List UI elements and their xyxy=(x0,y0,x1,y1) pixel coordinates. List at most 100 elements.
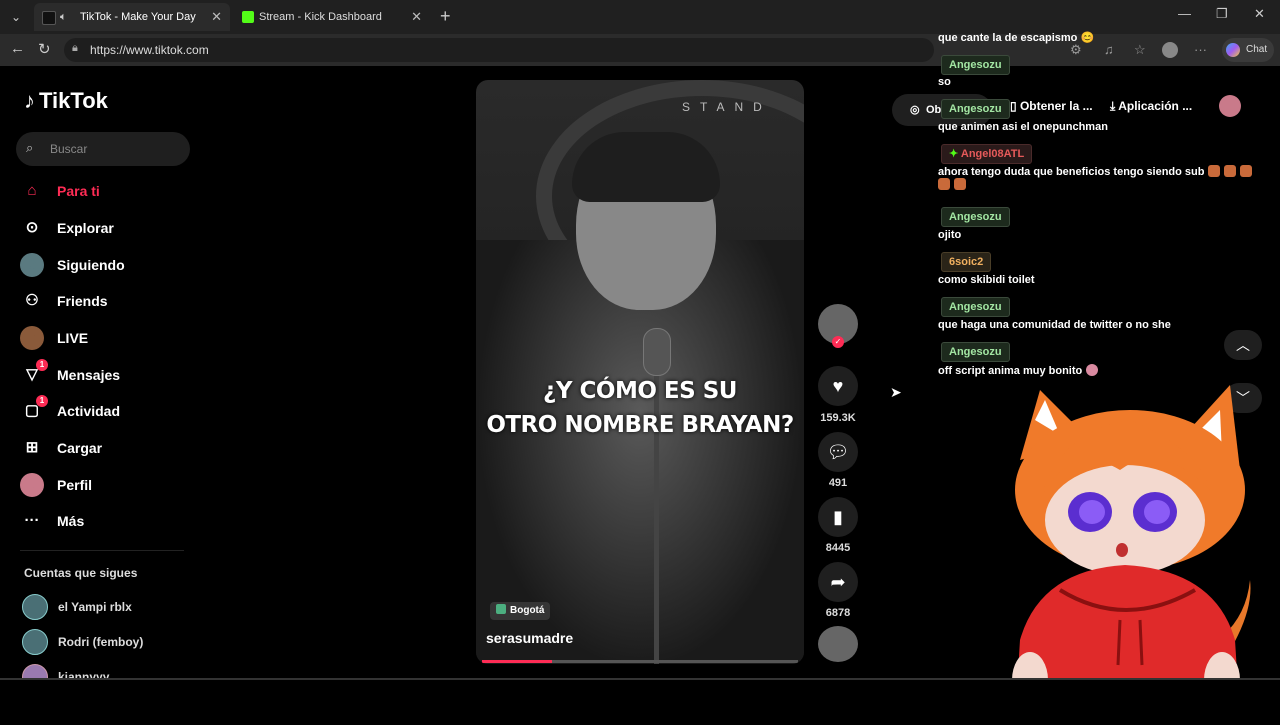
friends-icon: ⚇ xyxy=(25,292,39,309)
following-section-title: Cuentas que sigues xyxy=(24,566,138,580)
chat-message: como skibidi toilet xyxy=(938,274,1035,286)
sidebar-item-label: Más xyxy=(57,513,85,529)
sidebar-item-cargar[interactable]: ⊞ Cargar xyxy=(20,433,200,463)
chat-message: ojito xyxy=(938,229,962,241)
chat-username: Angesozu xyxy=(941,99,1010,119)
close-window-icon[interactable]: ✕ xyxy=(1254,6,1265,22)
location-pin-icon xyxy=(496,604,506,614)
tab-kick[interactable]: Stream - Kick Dashboard ✕ xyxy=(234,3,430,31)
sidebar-item-label: LIVE xyxy=(57,330,89,346)
chat-message: que haga una comunidad de twitter o no s… xyxy=(938,319,1171,331)
divider xyxy=(0,678,1280,680)
sidebar-item-para-ti[interactable]: ⌂ Para ti xyxy=(20,176,200,206)
chat-username: Angesozu xyxy=(941,297,1010,317)
follow-check-icon[interactable]: ✓ xyxy=(832,336,844,348)
tiktok-favicon-icon xyxy=(42,11,56,25)
refresh-icon[interactable]: ↻ xyxy=(38,40,51,58)
copilot-chat-button[interactable]: Chat xyxy=(1222,38,1274,62)
get-app-button[interactable]: ▯ Obtener la ... xyxy=(1010,99,1093,113)
video-player[interactable]: STAND ¿Y CÓMO ES SU OTRO NOMBRE BRAYAN? … xyxy=(476,80,804,664)
minimize-icon[interactable]: — xyxy=(1178,6,1191,21)
sidebar-item-friends[interactable]: ⚇ Friends xyxy=(20,286,200,316)
favorites-icon[interactable]: ☆ xyxy=(1134,42,1146,58)
video-caption: ¿Y CÓMO ES SU OTRO NOMBRE BRAYAN? xyxy=(486,378,794,438)
speaker-icon[interactable]: 🔈︎ xyxy=(60,3,67,31)
close-tab-icon[interactable]: ✕ xyxy=(411,3,422,31)
copilot-icon xyxy=(1226,43,1240,57)
video-progress-bar[interactable] xyxy=(482,660,798,663)
more-options-icon[interactable]: ··· xyxy=(1194,42,1207,57)
creator-avatar[interactable]: ✓ xyxy=(818,304,858,348)
music-disc-avatar[interactable] xyxy=(818,626,858,662)
chat-username: 6soic2 xyxy=(941,252,992,272)
url-text: https://www.tiktok.com xyxy=(90,43,209,57)
extensions-icon[interactable]: ⚙ xyxy=(1070,42,1082,58)
tab-tiktok[interactable]: 🔈︎ TikTok - Make Your Day ✕ xyxy=(34,3,230,31)
emote-icon xyxy=(938,178,950,190)
sidebar-item-perfil[interactable]: ● Perfil xyxy=(20,470,200,500)
bookmark-icon[interactable]: ▮ xyxy=(818,497,858,537)
vtuber-avatar xyxy=(1000,380,1260,720)
close-tab-icon[interactable]: ✕ xyxy=(211,3,222,31)
maximize-icon[interactable]: ❐ xyxy=(1216,6,1228,22)
profile-avatar[interactable] xyxy=(1219,95,1241,117)
notification-badge: 1 xyxy=(36,359,48,371)
sidebar-item-más[interactable]: ··· Más xyxy=(20,506,200,536)
avatar xyxy=(22,594,48,620)
sidebar-item-label: Siguiendo xyxy=(57,257,125,273)
chat-message: que cante la de escapismo 😊 xyxy=(938,32,1095,44)
desktop-app-button[interactable]: ⤓ Aplicación ... xyxy=(1110,99,1192,114)
url-field[interactable]: 🔒︎ https://www.tiktok.com xyxy=(64,38,934,62)
emote-icon xyxy=(1224,165,1237,177)
following-item[interactable]: Rodri (femboy) xyxy=(22,627,202,655)
avatar xyxy=(22,664,48,678)
comment-icon[interactable]: 💬︎ xyxy=(818,432,858,472)
media-icon[interactable]: ♫ xyxy=(1104,42,1114,57)
sidebar-item-label: Cargar xyxy=(57,440,103,456)
phone-icon: ▯ xyxy=(1010,99,1020,113)
chat-username: Angesozu xyxy=(941,342,1010,362)
sidebar-item-explorar[interactable]: ⊙ Explorar xyxy=(20,213,200,243)
share-arrow-icon[interactable]: ➦ xyxy=(818,562,858,602)
scroll-up-chevron-icon[interactable]: ︿ xyxy=(1224,330,1262,360)
home-icon: ⌂ xyxy=(27,182,37,199)
lock-icon: 🔒︎ xyxy=(72,42,78,54)
search-input[interactable]: ⌕ Buscar xyxy=(16,132,190,166)
sidebar-item-siguiendo[interactable]: ☺ Siguiendo xyxy=(20,250,200,280)
tab-list-chevron-icon[interactable]: ⌄ xyxy=(6,7,26,27)
sidebar-item-label: Explorar xyxy=(57,220,114,236)
new-tab-plus-icon[interactable]: + xyxy=(440,6,451,27)
sidebar-item-actividad[interactable]: ▢ 1 Actividad xyxy=(20,395,200,426)
location-tag[interactable]: Bogotá xyxy=(490,602,551,620)
chat-message: off script anima muy bonito xyxy=(938,364,1099,377)
sidebar-item-live[interactable]: ● LIVE xyxy=(20,323,200,353)
following-item[interactable]: el Yampi rblx xyxy=(22,592,202,620)
back-arrow-icon[interactable]: ← xyxy=(10,40,25,57)
vtuber-avatar-drawing xyxy=(1012,385,1251,720)
chat-message: que animen asi el onepunchman xyxy=(938,121,1108,133)
like-count: 159.3K xyxy=(820,412,856,424)
profile-avatar-icon[interactable] xyxy=(1162,42,1178,58)
sidebar-item-mensajes[interactable]: ▽ 1 Mensajes xyxy=(20,359,200,390)
search-icon: ⌕ xyxy=(26,140,34,155)
avatar xyxy=(22,629,48,655)
tab-title: TikTok - Make Your Day xyxy=(80,11,196,23)
sidebar-item-label: Mensajes xyxy=(57,367,121,383)
sidebar-item-label: Actividad xyxy=(57,403,121,419)
sub-badge-icon: ✦ xyxy=(949,148,961,160)
like-heart-icon[interactable]: ♥ xyxy=(818,366,858,406)
download-icon: ⤓ xyxy=(1110,99,1119,113)
chat-message: so xyxy=(938,76,951,88)
live-avatar-icon: ● xyxy=(20,326,44,350)
emote-icon xyxy=(1086,364,1099,376)
sidebar-item-label: Friends xyxy=(57,293,108,309)
taskbar-strip xyxy=(0,678,1280,720)
chat-username: Angesozu xyxy=(941,55,1010,75)
tiktok-logo[interactable]: ♪ TikTok xyxy=(24,88,108,114)
compass-icon: ⊙ xyxy=(25,219,39,236)
upload-icon: ⊞ xyxy=(25,439,39,456)
following-item[interactable]: kiannyyy xyxy=(22,662,202,678)
chat-message: ahora tengo duda que beneficios tengo si… xyxy=(938,165,1268,191)
video-username[interactable]: serasumadre xyxy=(486,630,573,646)
following-avatar-icon: ☺ xyxy=(20,253,44,277)
